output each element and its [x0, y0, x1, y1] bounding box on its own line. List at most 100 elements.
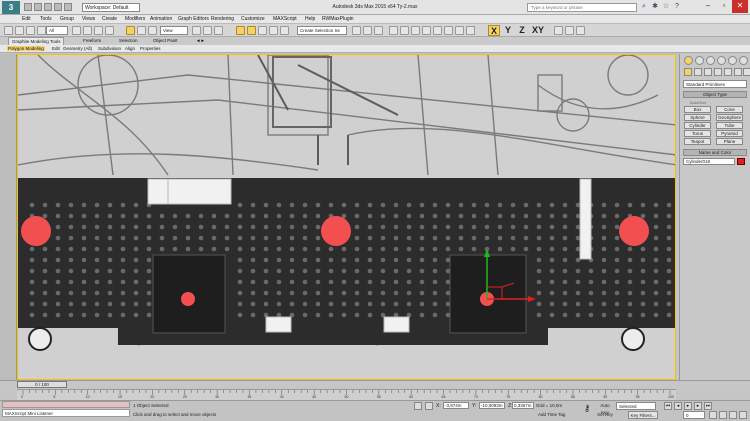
schematic-view-icon[interactable] — [411, 26, 420, 35]
snap-toggle-icon[interactable] — [236, 26, 245, 35]
viewport[interactable] — [17, 54, 676, 380]
tab-selection[interactable]: Selection — [116, 37, 141, 45]
zoom-all-icon[interactable] — [719, 411, 727, 419]
favorites-icon[interactable]: ☆ — [662, 3, 670, 11]
save-file-icon[interactable] — [44, 3, 52, 11]
sel-lock-icon[interactable] — [554, 26, 563, 35]
info-icon[interactable]: ✱ — [651, 3, 659, 11]
y-coordinate-field[interactable]: -10,0093m — [479, 402, 505, 409]
select-by-name-icon[interactable] — [83, 26, 92, 35]
object-name-field[interactable]: Cylinder018 — [683, 158, 735, 165]
go-to-start-icon[interactable]: ⏮ — [664, 402, 672, 410]
time-slider-thumb[interactable]: 0 / 100 — [17, 381, 67, 388]
lock-selection-icon[interactable] — [414, 402, 422, 410]
search-input[interactable]: Type a keyword or phrase — [527, 3, 637, 12]
torus-button[interactable]: Torus — [684, 130, 711, 137]
modify-tab-icon[interactable] — [695, 56, 704, 65]
window-crossing-icon[interactable] — [105, 26, 114, 35]
key-set-dropdown[interactable]: Selected — [616, 402, 656, 410]
keyboard-shortcut-icon[interactable] — [214, 26, 223, 35]
set-key-button[interactable]: Set Key — [596, 411, 614, 419]
menu-help[interactable]: Help — [305, 16, 315, 22]
geosphere-button[interactable]: GeoSphere — [716, 114, 743, 121]
tab-graphite-modeling[interactable]: Graphite Modeling Tools — [8, 37, 65, 45]
curve-editor-icon[interactable] — [400, 26, 409, 35]
pivot-icon[interactable] — [192, 26, 201, 35]
menu-edit[interactable]: Edit — [22, 16, 31, 22]
percent-snap-icon[interactable] — [258, 26, 267, 35]
menu-views[interactable]: Views — [82, 16, 95, 22]
maximize-button[interactable]: ▫ — [716, 0, 732, 13]
graphite-toggle-icon[interactable] — [389, 26, 398, 35]
geometry-icon[interactable] — [684, 68, 692, 76]
rect-selection-icon[interactable] — [94, 26, 103, 35]
manipulate-icon[interactable] — [203, 26, 212, 35]
tab-freeform[interactable]: Freeform — [80, 37, 104, 45]
teapot-render-icon[interactable] — [466, 26, 475, 35]
absolute-mode-icon[interactable] — [425, 402, 433, 410]
panel-geometry-all[interactable]: Geometry (All) — [63, 46, 92, 51]
rotate-icon[interactable] — [137, 26, 146, 35]
spacewarps-icon[interactable] — [734, 68, 742, 76]
tab-object-paint[interactable]: Object Paint — [150, 37, 181, 45]
display-tab-icon[interactable] — [728, 56, 737, 65]
select-and-move-icon[interactable] — [126, 26, 135, 35]
shapes-icon[interactable] — [694, 68, 702, 76]
pyramid-button[interactable]: Pyramid — [716, 130, 743, 137]
layer-manager-icon[interactable] — [374, 26, 383, 35]
play-icon[interactable]: ▸ — [684, 402, 692, 410]
link-icon[interactable] — [26, 26, 35, 35]
object-color-swatch[interactable] — [737, 158, 745, 165]
panel-align[interactable]: Align — [125, 46, 135, 51]
cameras-icon[interactable] — [714, 68, 722, 76]
redo-icon[interactable] — [64, 3, 72, 11]
axis-y-button[interactable]: Y — [502, 25, 514, 36]
add-time-tag-button[interactable]: Add Time Tag — [538, 412, 565, 417]
edit-named-selection-icon[interactable] — [280, 26, 289, 35]
previous-frame-icon[interactable]: ◂ — [674, 402, 682, 410]
create-tab-icon[interactable] — [684, 56, 693, 65]
axis-z-button[interactable]: Z — [516, 25, 528, 36]
axis-x-button[interactable]: X — [488, 25, 500, 36]
menu-tools[interactable]: Tools — [40, 16, 52, 22]
reference-coordinate-dropdown[interactable]: View — [160, 26, 188, 35]
go-to-end-icon[interactable]: ⏭ — [704, 402, 712, 410]
search-icon[interactable]: ⌕ — [640, 3, 648, 11]
hierarchy-tab-icon[interactable] — [706, 56, 715, 65]
teapot-button[interactable]: Teapot — [684, 138, 711, 145]
motion-tab-icon[interactable] — [717, 56, 726, 65]
cylinder-button[interactable]: Cylinder — [684, 122, 711, 129]
selection-filter-dropdown[interactable]: All — [46, 26, 68, 35]
name-color-rollout[interactable]: Name and Color — [683, 149, 747, 156]
render-icon[interactable] — [455, 26, 464, 35]
menu-rendering[interactable]: Rendering — [211, 16, 234, 22]
workspace-dropdown[interactable]: Workspace: Default — [82, 3, 140, 12]
open-file-icon[interactable] — [34, 3, 42, 11]
plane-button[interactable]: Plane — [716, 138, 743, 145]
systems-icon[interactable] — [743, 68, 750, 76]
key-filters-button[interactable]: Key Filters... — [628, 411, 658, 419]
named-selection-dropdown[interactable]: Create Selection Se — [297, 26, 347, 35]
time-slider[interactable] — [0, 380, 750, 389]
menu-graph-editors[interactable]: Graph Editors — [178, 16, 209, 22]
app-logo[interactable]: 3 — [2, 1, 20, 14]
unlink-icon[interactable] — [37, 26, 46, 35]
panel-properties[interactable]: Properties — [140, 46, 161, 51]
next-frame-icon[interactable]: ▸ — [694, 402, 702, 410]
key-icon[interactable]: ⚷ — [582, 403, 592, 417]
autogrid-checkbox[interactable]: AutoGrid — [690, 100, 706, 105]
utilities-tab-icon[interactable] — [739, 56, 748, 65]
undo-icon[interactable] — [54, 3, 62, 11]
maxscript-output[interactable] — [2, 401, 130, 408]
helpers-icon[interactable] — [724, 68, 732, 76]
menu-rwmaxplugin[interactable]: RWMaxPlugin — [322, 16, 354, 22]
maximize-viewport-icon[interactable] — [739, 411, 747, 419]
panel-edit[interactable]: Edit — [52, 46, 60, 51]
sphere-button[interactable]: Sphere — [684, 114, 711, 121]
x-coordinate-field[interactable]: -3,874m — [443, 402, 469, 409]
close-button[interactable]: ✕ — [732, 0, 748, 13]
constraint-icon[interactable] — [576, 26, 585, 35]
menu-modifiers[interactable]: Modifiers — [125, 16, 145, 22]
zoom-icon[interactable] — [709, 411, 717, 419]
auto-key-button[interactable]: Auto Key — [596, 402, 614, 415]
